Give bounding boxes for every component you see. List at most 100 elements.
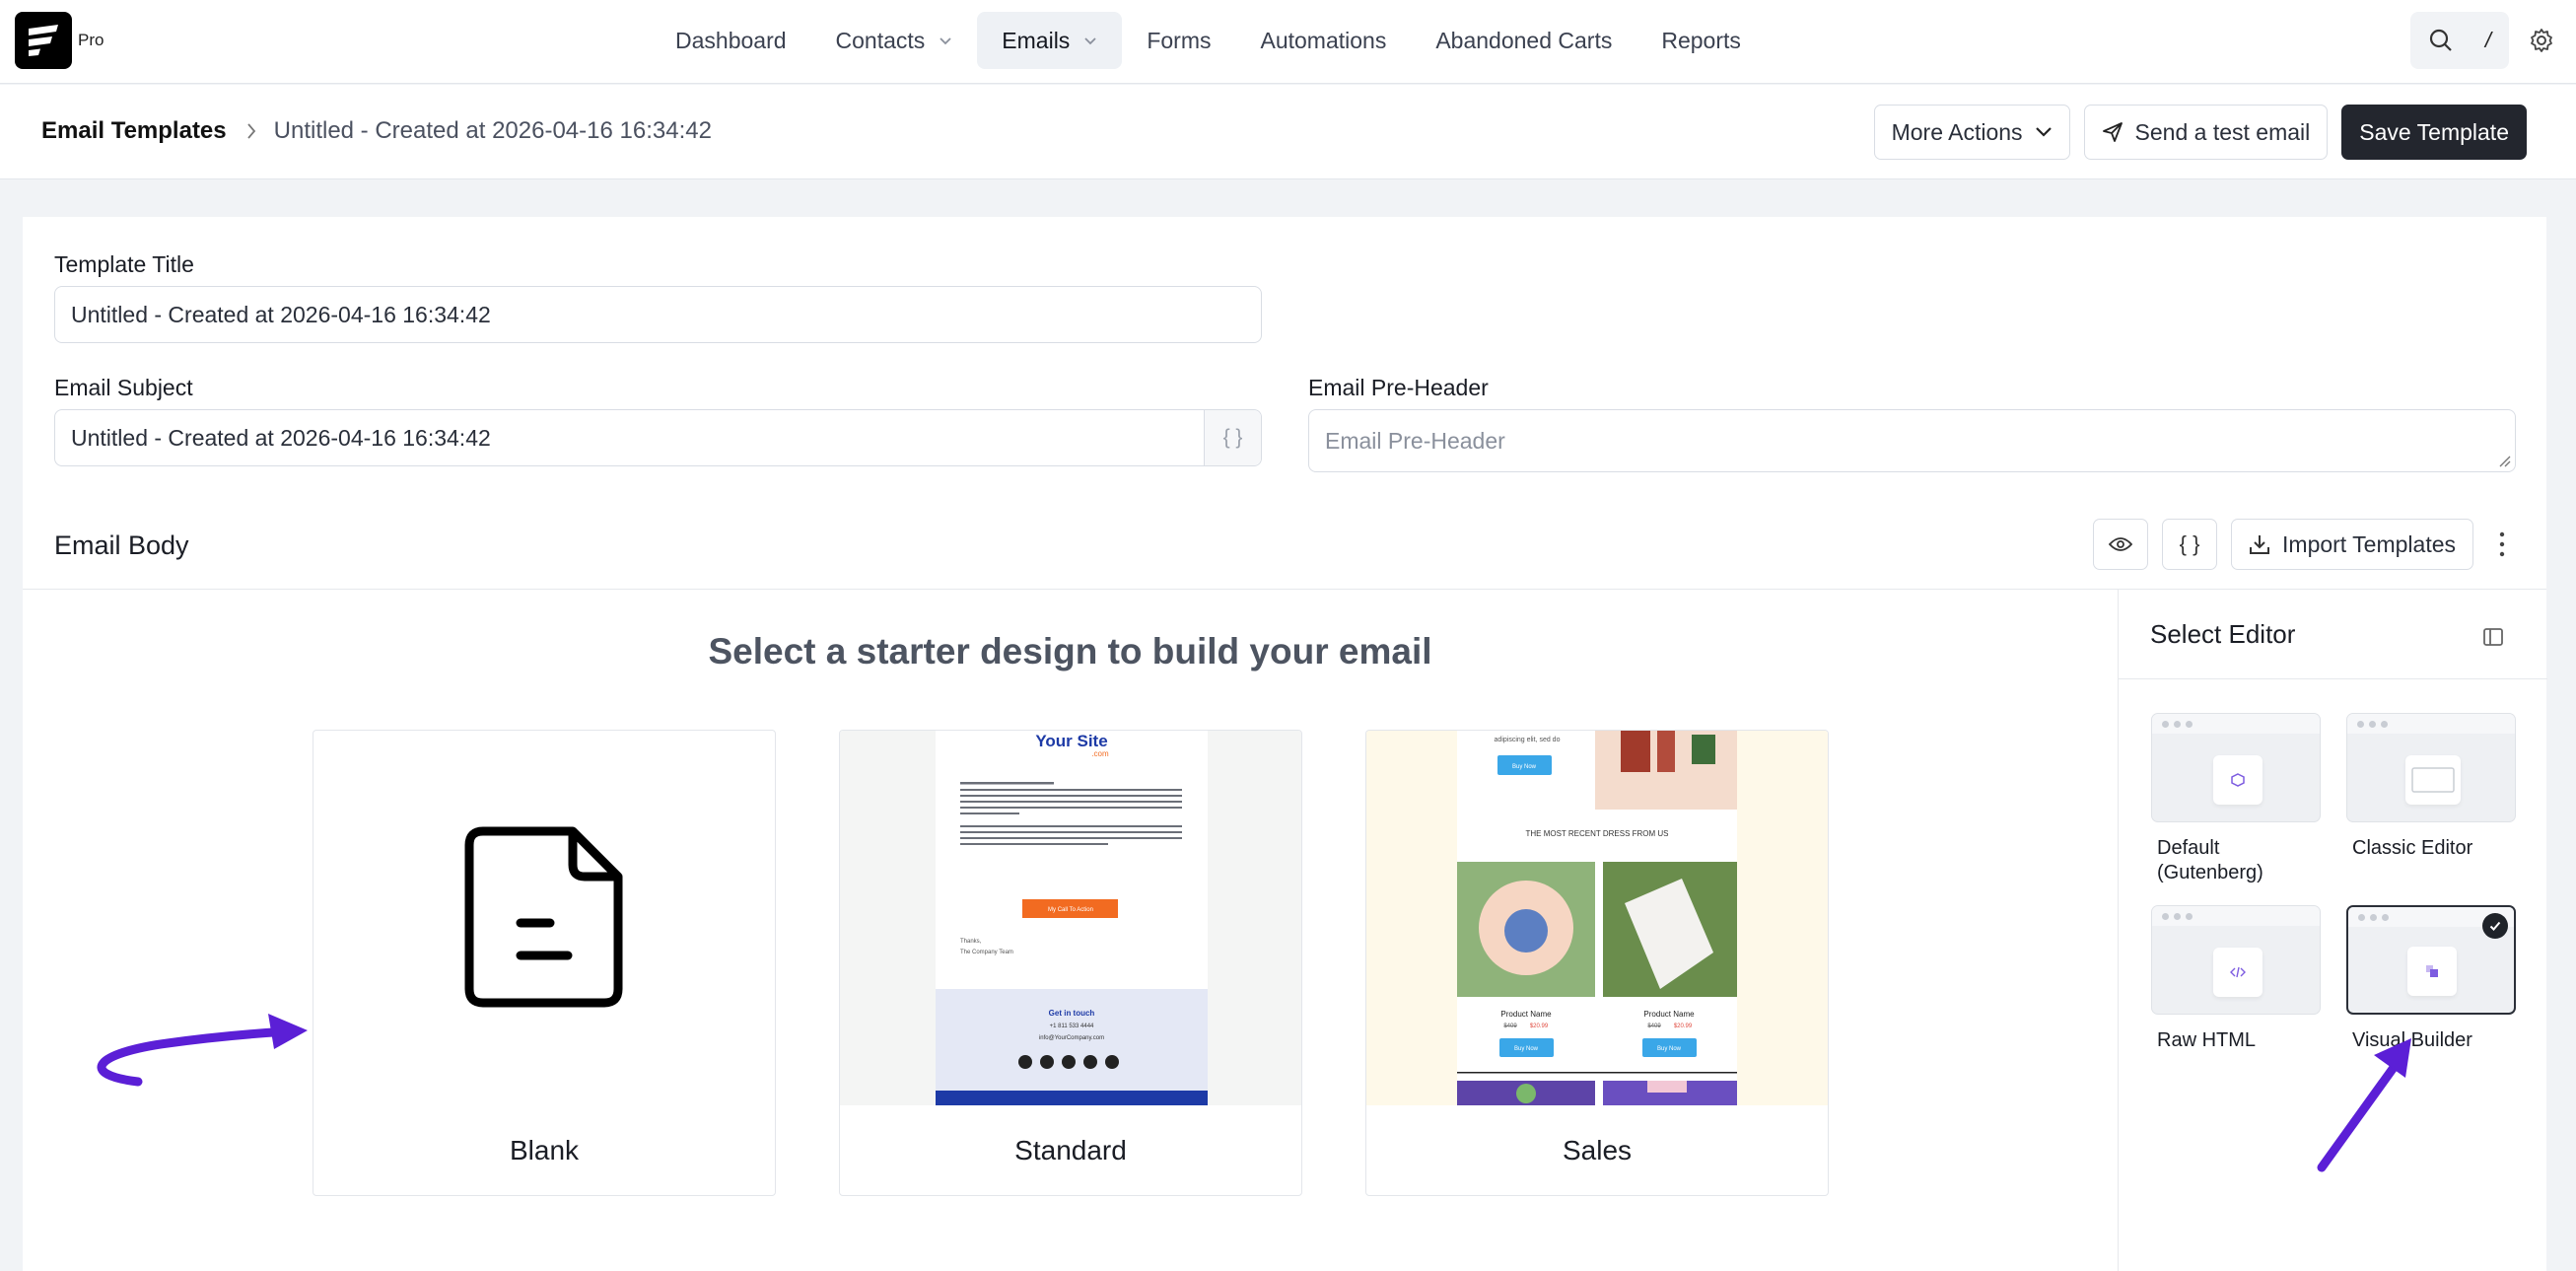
nav-label: Automations <box>1260 27 1387 53</box>
editor-option-label: Raw HTML <box>2157 1029 2257 1051</box>
thumb-get-in-touch: Get in touch <box>1049 1009 1095 1018</box>
settings-button[interactable] <box>2525 24 2558 57</box>
thumb-new-price: $20.99 <box>1530 1024 1549 1029</box>
send-test-email-button[interactable]: Send a test email <box>2083 105 2329 160</box>
more-options-button[interactable] <box>2487 519 2517 570</box>
template-editor-card: Template Title Untitled - Created at 202… <box>23 217 2547 1271</box>
thumb-product-name: Product Name <box>1643 1010 1695 1019</box>
divider <box>2119 678 2547 679</box>
thumb-new-price: $20.99 <box>1674 1024 1693 1029</box>
nav-item-contacts[interactable]: Contacts <box>811 12 978 69</box>
thumb-heading: THE MOST RECENT DRESS FROM US <box>1525 829 1668 838</box>
main-menu: Dashboard Contacts Emails Forms Automati… <box>651 12 1766 69</box>
logo-icon[interactable] <box>15 12 72 69</box>
eye-icon <box>2109 537 2133 551</box>
thumb-buy-now: Buy Now <box>1512 764 1537 770</box>
nav-label: Emails <box>1002 27 1071 53</box>
classic-editor-icon <box>2411 767 2455 793</box>
nav-label: Reports <box>1661 27 1741 53</box>
thumb-top-text: adipiscing elit, sed do <box>1495 737 1561 743</box>
merge-tag-button[interactable]: { } <box>1204 410 1261 465</box>
resize-handle-icon[interactable] <box>2497 454 2511 467</box>
email-body-title: Email Body <box>54 530 189 560</box>
search-icon <box>2429 29 2452 51</box>
chevron-down-icon <box>940 37 951 45</box>
template-title-label: Template Title <box>54 251 194 277</box>
thumb-email: info@YourCompany.com <box>1039 1035 1104 1041</box>
nav-label: Abandoned Carts <box>1435 27 1613 53</box>
nav-label: Contacts <box>835 27 926 53</box>
thumb-product-name: Product Name <box>1500 1010 1552 1019</box>
editor-preview <box>2151 905 2321 1015</box>
template-card-sales[interactable]: adipiscing elit, sed do Buy Now THE MOST… <box>1365 730 1829 1196</box>
nav-item-abandoned-carts[interactable]: Abandoned Carts <box>1411 12 1636 69</box>
check-icon <box>2482 913 2508 939</box>
search-button[interactable]: / <box>2410 12 2509 69</box>
import-templates-label: Import Templates <box>2282 530 2456 557</box>
more-actions-button[interactable]: More Actions <box>1873 105 2070 160</box>
starter-designs-area: Select a starter design to build your em… <box>23 590 2118 1271</box>
download-icon <box>2250 535 2270 554</box>
send-icon <box>2102 122 2123 142</box>
thumb-thanks: Thanks, <box>960 939 982 945</box>
thumb-buy-now: Buy Now <box>1514 1046 1539 1052</box>
email-preheader-input[interactable]: Email Pre-Header <box>1308 409 2516 472</box>
chevron-right-icon <box>246 123 255 139</box>
thumb-buy-now: Buy Now <box>1657 1046 1682 1052</box>
editor-option-gutenberg[interactable]: Default (Gutenberg) <box>2151 713 2321 885</box>
email-subject-label: Email Subject <box>54 375 193 400</box>
select-editor-panel: Select Editor Default (Gutenberg) Classi… <box>2118 590 2547 1271</box>
thumb-phone: +1 811 533 4444 <box>1050 1024 1094 1029</box>
nav-label: Forms <box>1147 27 1212 53</box>
editor-preview <box>2346 905 2516 1015</box>
sidebar-toggle-icon[interactable] <box>2481 625 2505 649</box>
save-template-button[interactable]: Save Template <box>2341 105 2527 160</box>
nav-item-forms[interactable]: Forms <box>1122 12 1235 69</box>
block-icon <box>2231 773 2245 787</box>
thumb-old-price: $409 <box>1647 1024 1661 1029</box>
editor-option-raw-html[interactable]: Raw HTML <box>2151 905 2321 1053</box>
import-templates-button[interactable]: Import Templates <box>2231 519 2473 570</box>
chevron-down-icon <box>1084 37 1096 45</box>
breadcrumb: Email Templates Untitled - Created at 20… <box>41 117 712 145</box>
shortcut-key: / <box>2484 28 2491 52</box>
starter-heading: Select a starter design to build your em… <box>708 631 1432 671</box>
plan-badge: Pro <box>78 31 104 49</box>
editor-option-classic[interactable]: Classic Editor <box>2346 713 2516 861</box>
preview-button[interactable] <box>2093 519 2149 570</box>
template-thumbnail: Your Site .com My Call To Action Thanks,… <box>840 731 1301 1105</box>
nav-item-reports[interactable]: Reports <box>1636 12 1766 69</box>
thumb-site-suffix: .com <box>1091 749 1109 758</box>
thumb-cta: My Call To Action <box>1048 907 1093 913</box>
nav-item-emails[interactable]: Emails <box>977 12 1123 69</box>
editor-preview <box>2151 713 2321 822</box>
top-navigation: Pro Dashboard Contacts Emails Forms Auto… <box>0 0 2576 84</box>
email-preheader-placeholder: Email Pre-Header <box>1325 427 1505 454</box>
nav-item-dashboard[interactable]: Dashboard <box>651 12 811 69</box>
template-title-input[interactable]: Untitled - Created at 2026-04-16 16:34:4… <box>54 286 1262 343</box>
document-icon <box>464 826 623 1008</box>
editor-option-label: Default (Gutenberg) <box>2157 837 2263 883</box>
template-card-blank[interactable]: Blank <box>313 730 776 1196</box>
breadcrumb-root-link[interactable]: Email Templates <box>41 117 227 145</box>
email-preheader-label: Email Pre-Header <box>1308 375 1489 400</box>
editor-option-label: Visual Builder <box>2352 1029 2472 1051</box>
builder-icon <box>2426 965 2438 977</box>
more-actions-label: More Actions <box>1891 118 2023 145</box>
editor-preview <box>2346 713 2516 822</box>
template-name: Standard <box>1014 1135 1127 1165</box>
template-name: Blank <box>509 1135 580 1165</box>
template-card-standard[interactable]: Your Site .com My Call To Action Thanks,… <box>839 730 1302 1196</box>
send-test-label: Send a test email <box>2134 118 2311 145</box>
thumb-team: The Company Team <box>960 950 1013 955</box>
thumb-site-name: Your Site <box>1035 732 1107 750</box>
email-subject-input[interactable]: Untitled - Created at 2026-04-16 16:34:4… <box>54 409 1262 466</box>
gear-icon <box>2531 29 2552 52</box>
code-button[interactable]: { } <box>2162 519 2218 570</box>
thumb-old-price: $409 <box>1503 1024 1517 1029</box>
nav-item-automations[interactable]: Automations <box>1235 12 1411 69</box>
code-icon <box>2230 966 2246 978</box>
email-subject-value: Untitled - Created at 2026-04-16 16:34:4… <box>71 424 491 451</box>
template-thumbnail <box>313 731 775 1105</box>
editor-option-visual-builder[interactable]: Visual Builder <box>2346 905 2516 1053</box>
